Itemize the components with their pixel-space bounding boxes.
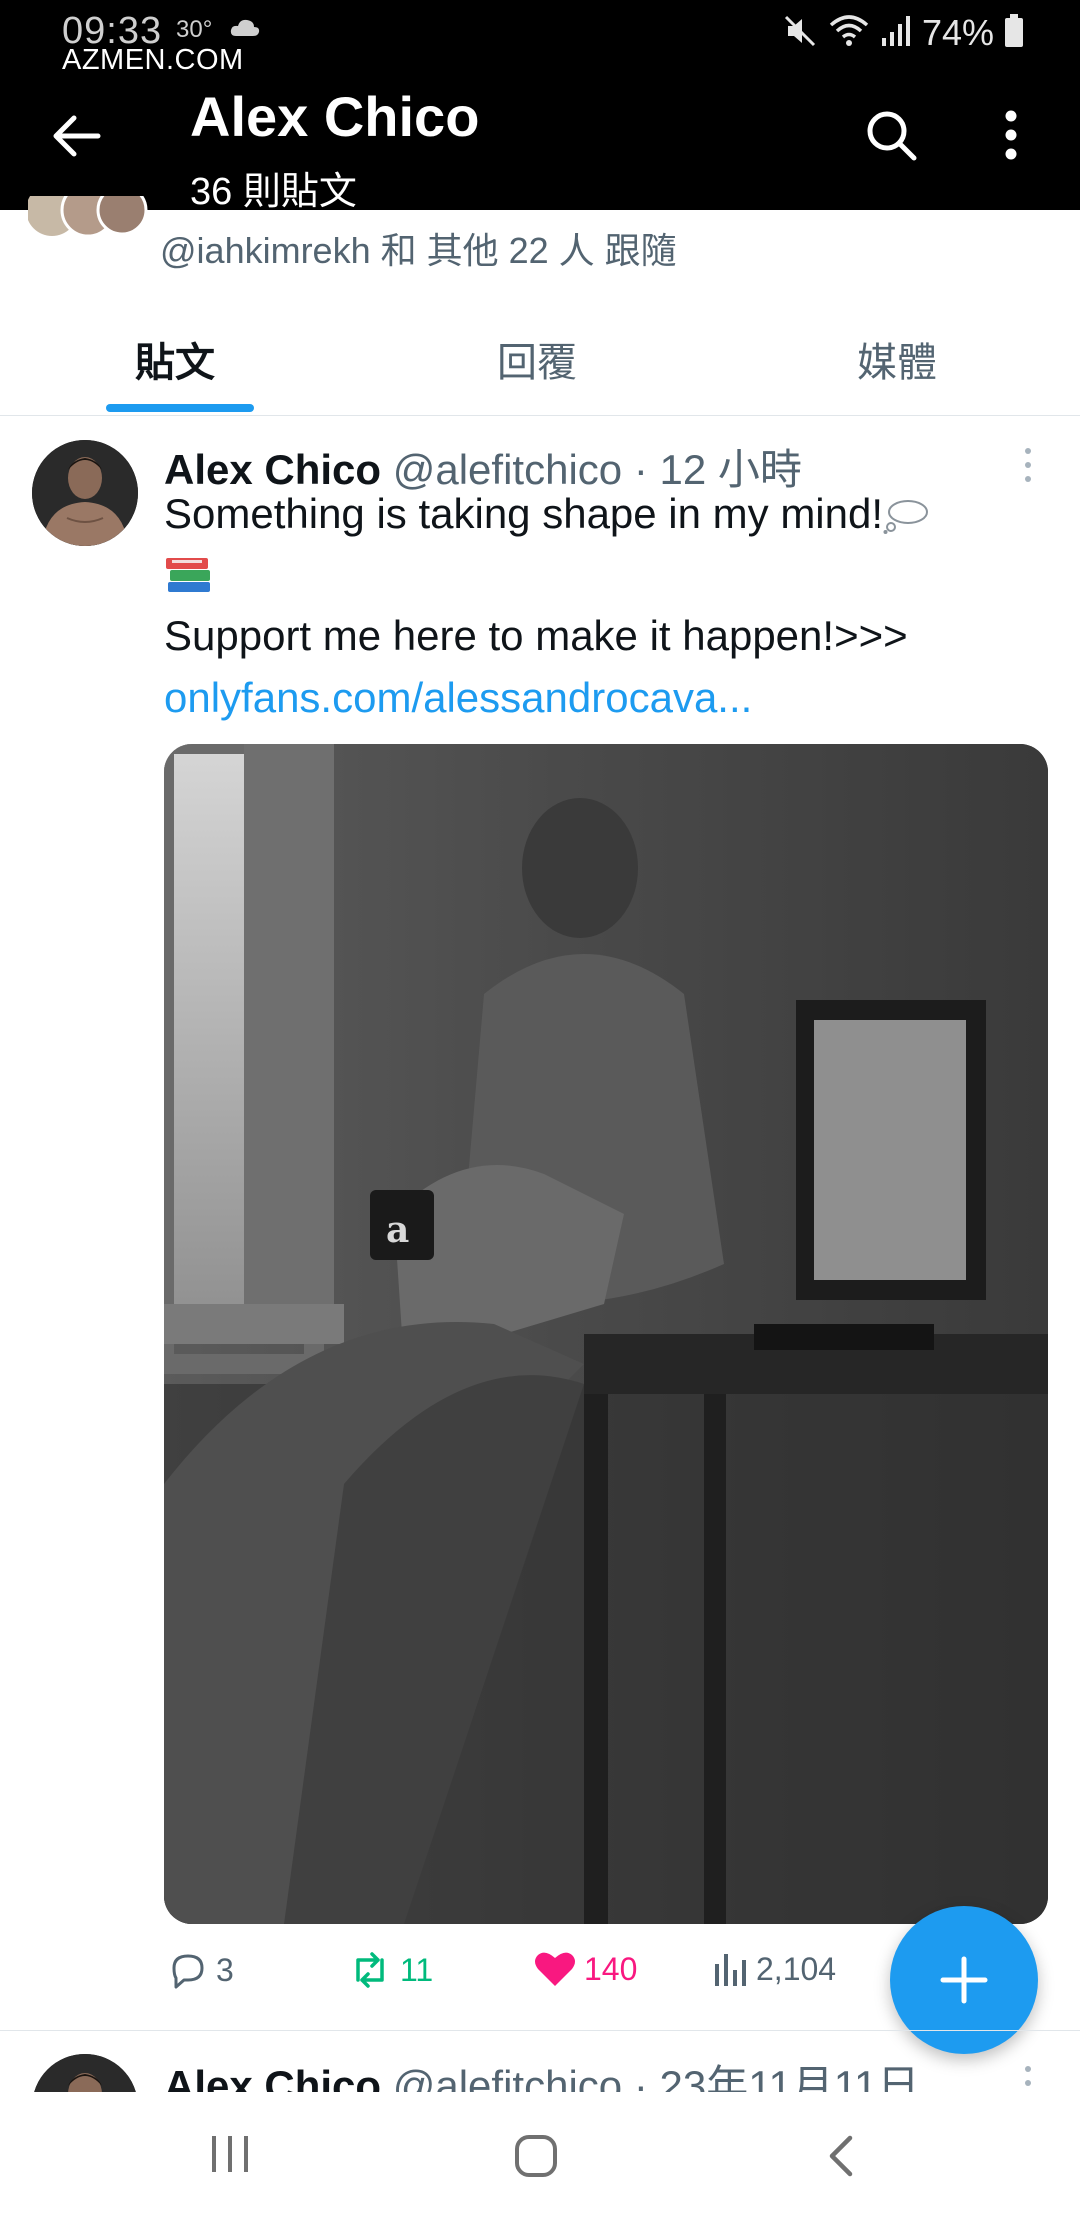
views-icon: [715, 1954, 746, 1986]
tab-replies[interactable]: 回覆: [497, 330, 577, 388]
tab-posts[interactable]: 貼文: [135, 330, 215, 388]
reply-icon: [172, 1954, 204, 1989]
compose-button[interactable]: [890, 1906, 1038, 2054]
reply-button[interactable]: 3: [168, 1950, 234, 1990]
system-back-button[interactable]: [822, 2132, 862, 2185]
tweet-photo[interactable]: a: [164, 744, 1048, 1924]
thought-bubble-icon: [883, 490, 929, 537]
recents-button[interactable]: [208, 2134, 252, 2179]
reply-count: 3: [216, 1951, 234, 1988]
profile-tabs: 貼文 回覆 媒體: [0, 300, 1080, 416]
home-button[interactable]: [512, 2132, 560, 2185]
followed-by-text[interactable]: @iahkimrekh 和 其他 22 人 跟隨: [160, 222, 677, 274]
more-dot-icon: [1025, 2066, 1031, 2072]
like-count: 140: [584, 1950, 638, 1987]
watermark: AZMEN.COM: [62, 44, 244, 76]
cloud-icon: [228, 16, 262, 45]
post-count: 36 則貼文: [190, 171, 357, 213]
svg-text:a: a: [386, 1209, 409, 1251]
separator: ·: [633, 446, 648, 493]
system-nav-bar: [0, 2092, 1080, 2220]
signal-icon: [880, 14, 912, 53]
battery-percent: 74%: [921, 12, 994, 53]
tweet-header: Alex Chico @alefitchico · 12 小時: [164, 436, 802, 497]
avatar[interactable]: [32, 440, 138, 546]
tweet-text-line-2: Support me here to make it happen!>>>: [164, 612, 908, 659]
views-button[interactable]: 2,104: [712, 1950, 836, 1988]
more-dot-icon: [1025, 2080, 1031, 2086]
mute-icon: [782, 13, 818, 54]
plus-icon: [940, 1956, 988, 2004]
chevron-left-icon: [829, 2135, 853, 2177]
home-icon: [515, 2135, 557, 2177]
books-emoji-icon: [164, 550, 216, 601]
battery-icon: [1004, 13, 1024, 53]
repost-count: 11: [400, 1951, 434, 1988]
more-dot-icon: [1025, 476, 1031, 482]
wifi-icon: [828, 13, 870, 54]
author-handle[interactable]: @alefitchico: [393, 446, 622, 493]
tweet-time: 12 小時: [659, 446, 802, 493]
more-options-button[interactable]: [976, 100, 1046, 170]
more-dot-icon: [1025, 448, 1031, 454]
more-vertical-icon: [1005, 110, 1017, 160]
active-tab-indicator: [106, 404, 254, 412]
repost-icon: [356, 1952, 384, 1988]
profile-title: Alex Chico: [190, 85, 480, 148]
tweet-text-line: Something is taking shape in my mind!: [164, 490, 929, 538]
repost-button[interactable]: 11: [348, 1950, 433, 1990]
tab-media[interactable]: 媒體: [857, 330, 937, 388]
tweet-divider: [0, 2030, 1080, 2031]
more-dot-icon: [1025, 462, 1031, 468]
arrow-left-icon: [53, 115, 101, 157]
status-icons: 74%: [782, 12, 1024, 54]
tweet-text: Something is taking shape in my mind!: [164, 490, 884, 537]
tweet-link[interactable]: onlyfans.com/alessandrocava...: [164, 674, 752, 722]
follower-avatars[interactable]: [26, 182, 148, 244]
back-button[interactable]: [40, 100, 112, 172]
tweet-more-button[interactable]: [1010, 440, 1046, 490]
search-icon: [867, 111, 917, 161]
like-button[interactable]: 140: [534, 1950, 637, 1988]
heart-filled-icon: [535, 1952, 575, 1986]
profile-header: 09:33 30° AZMEN.COM 74% Alex Chico 36 則貼…: [0, 0, 1080, 213]
status-temperature: 30°: [176, 16, 213, 43]
recents-icon: [212, 2136, 248, 2172]
author-name[interactable]: Alex Chico: [164, 446, 381, 493]
search-button[interactable]: [856, 100, 926, 170]
view-count: 2,104: [756, 1950, 837, 1987]
